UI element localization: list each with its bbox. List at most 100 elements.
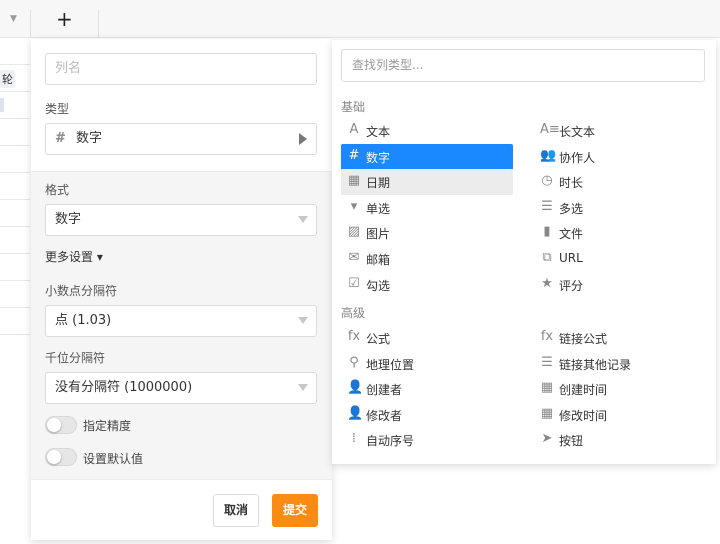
type-search-input[interactable]: 查找列类型... <box>341 49 705 82</box>
type-option-label: 文本 <box>366 125 391 139</box>
type-option-label: 链接其他记录 <box>559 357 632 372</box>
panel-lower: 格式 数字 更多设置 ▾ 小数点分隔符 点 (1.03) 千位分隔符 没有分隔符… <box>31 171 332 479</box>
multi-select-icon: ☰ <box>541 198 553 214</box>
type-option-formula[interactable]: fx 公式 <box>341 325 513 351</box>
type-option-label: 文件 <box>559 227 584 242</box>
type-value: 数字 <box>76 131 103 146</box>
type-label: 类型 <box>45 102 70 116</box>
column-settings-panel: 列名 类型 # 数字 格式 数字 更多设置 ▾ 小数点分隔符 点 (1.03) … <box>31 39 332 540</box>
table-row[interactable] <box>0 92 30 119</box>
file-icon: ▮ <box>543 224 551 240</box>
type-option-label: 评分 <box>559 278 584 293</box>
type-option-label: 创建者 <box>366 383 403 398</box>
thousand-select[interactable]: 没有分隔符 (1000000) <box>45 372 317 404</box>
more-settings-toggle[interactable]: 更多设置 ▾ <box>45 248 103 265</box>
type-option-label: 修改者 <box>366 408 403 423</box>
type-option-label: 日期 <box>366 176 391 191</box>
precision-toggle[interactable] <box>45 416 77 434</box>
format-value: 数字 <box>55 212 82 227</box>
type-option-email[interactable]: ✉ 邮箱 <box>341 246 513 272</box>
toggle-knob <box>47 418 61 432</box>
number-icon: # <box>348 147 360 163</box>
type-option-collaborator[interactable]: 👥 协作人 <box>534 144 706 170</box>
checkbox-icon: ☑ <box>348 275 360 291</box>
location-icon: ⚲ <box>349 354 359 370</box>
type-option-label: 数字 <box>366 150 391 165</box>
table-row[interactable] <box>0 308 30 335</box>
type-option-auto-number[interactable]: ⁞ 自动序号 <box>341 427 513 453</box>
type-option-image[interactable]: ▨ 图片 <box>341 220 513 246</box>
email-icon: ✉ <box>348 250 360 265</box>
table-row[interactable] <box>0 200 30 227</box>
type-option-file[interactable]: ▮ 文件 <box>534 220 706 246</box>
cancel-button[interactable]: 取消 <box>213 494 259 527</box>
format-select[interactable]: 数字 <box>45 204 317 236</box>
auto-number-icon: ⁞ <box>351 431 357 447</box>
type-option-long-text[interactable]: A≡ 长文本 <box>534 118 706 144</box>
single-select-icon: ▾ <box>350 198 358 214</box>
type-option-label: 长文本 <box>559 125 596 139</box>
divider <box>30 10 31 38</box>
format-label: 格式 <box>45 183 70 197</box>
type-option-date[interactable]: ▦ 日期 <box>341 169 513 196</box>
type-option-label: 单选 <box>366 201 391 216</box>
decimal-label: 小数点分隔符 <box>45 284 118 298</box>
cell-tag <box>0 98 4 112</box>
type-option-label: 创建时间 <box>559 383 608 398</box>
table-row[interactable] <box>0 227 30 254</box>
type-option-single-select[interactable]: ▾ 单选 <box>341 195 513 221</box>
table-row[interactable] <box>0 281 30 308</box>
column-type-picker: 查找列类型... 基础 A 文本 A≡ 长文本 # 数字 👥 协作人 ▦ 日期 ◷ 时长 ▾ 单选 ☰ 多选 ▨… <box>332 40 716 464</box>
table-row[interactable] <box>0 119 30 146</box>
type-option-modified-time[interactable]: ▦ 修改时间 <box>534 402 706 428</box>
image-icon: ▨ <box>347 224 361 240</box>
type-option-creator[interactable]: 👤 创建者 <box>341 376 513 402</box>
type-option-rating[interactable]: ★ 评分 <box>534 272 706 298</box>
type-selector[interactable]: # 数字 <box>45 123 317 155</box>
basic-section-title: 基础 <box>341 100 366 114</box>
type-option-label: 邮箱 <box>366 253 391 267</box>
default-value-toggle[interactable] <box>45 448 77 466</box>
type-option-url[interactable]: ⧉ URL <box>534 246 706 272</box>
type-option-number[interactable]: # 数字 <box>341 143 513 170</box>
type-option-label: 公式 <box>366 332 391 346</box>
type-option-checkbox[interactable]: ☑ 勾选 <box>341 272 513 298</box>
type-option-label: 勾选 <box>366 278 391 293</box>
table-row[interactable] <box>0 254 30 281</box>
column-menu-caret-icon[interactable]: ▼ <box>10 14 17 24</box>
type-option-multi-select[interactable]: ☰ 多选 <box>534 195 706 221</box>
created-time-icon: ▦ <box>540 380 554 396</box>
table-row[interactable] <box>0 146 30 173</box>
type-option-location[interactable]: ⚲ 地理位置 <box>341 351 513 377</box>
type-option-link-record[interactable]: ☰ 链接其他记录 <box>534 351 706 377</box>
column-name-input[interactable]: 列名 <box>45 53 317 85</box>
type-option-label: 协作人 <box>559 150 596 165</box>
link-formula-icon: fx <box>540 329 554 344</box>
button-icon: ➤ <box>541 431 553 447</box>
submit-button[interactable]: 提交 <box>272 494 318 527</box>
type-option-duration[interactable]: ◷ 时长 <box>534 169 706 195</box>
type-option-text[interactable]: A 文本 <box>341 118 513 144</box>
link-record-icon: ☰ <box>541 354 553 370</box>
thousand-label: 千位分隔符 <box>45 351 106 365</box>
modified-time-icon: ▦ <box>540 405 554 421</box>
creator-icon: 👤 <box>347 380 364 396</box>
type-option-button[interactable]: ➤ 按钮 <box>534 427 706 453</box>
table-row[interactable] <box>0 38 30 65</box>
type-option-label: 按钮 <box>559 434 584 449</box>
table-row[interactable] <box>0 173 30 200</box>
cell-tag: 轮 <box>0 70 15 88</box>
grid-column: 轮 <box>0 38 30 340</box>
url-icon: ⧉ <box>542 250 552 265</box>
add-column-button[interactable]: + <box>56 9 73 29</box>
type-option-label: 图片 <box>366 227 391 242</box>
thousand-value: 没有分隔符 (1000000) <box>55 380 193 395</box>
type-option-label: URL <box>559 251 583 265</box>
decimal-select[interactable]: 点 (1.03) <box>45 305 317 337</box>
type-option-label: 多选 <box>559 201 584 216</box>
type-option-modifier[interactable]: 👤 修改者 <box>341 402 513 428</box>
type-option-created-time[interactable]: ▦ 创建时间 <box>534 376 706 402</box>
date-icon: ▦ <box>347 173 361 189</box>
type-option-label: 时长 <box>559 176 584 191</box>
type-option-link-formula[interactable]: fx 链接公式 <box>534 325 706 351</box>
